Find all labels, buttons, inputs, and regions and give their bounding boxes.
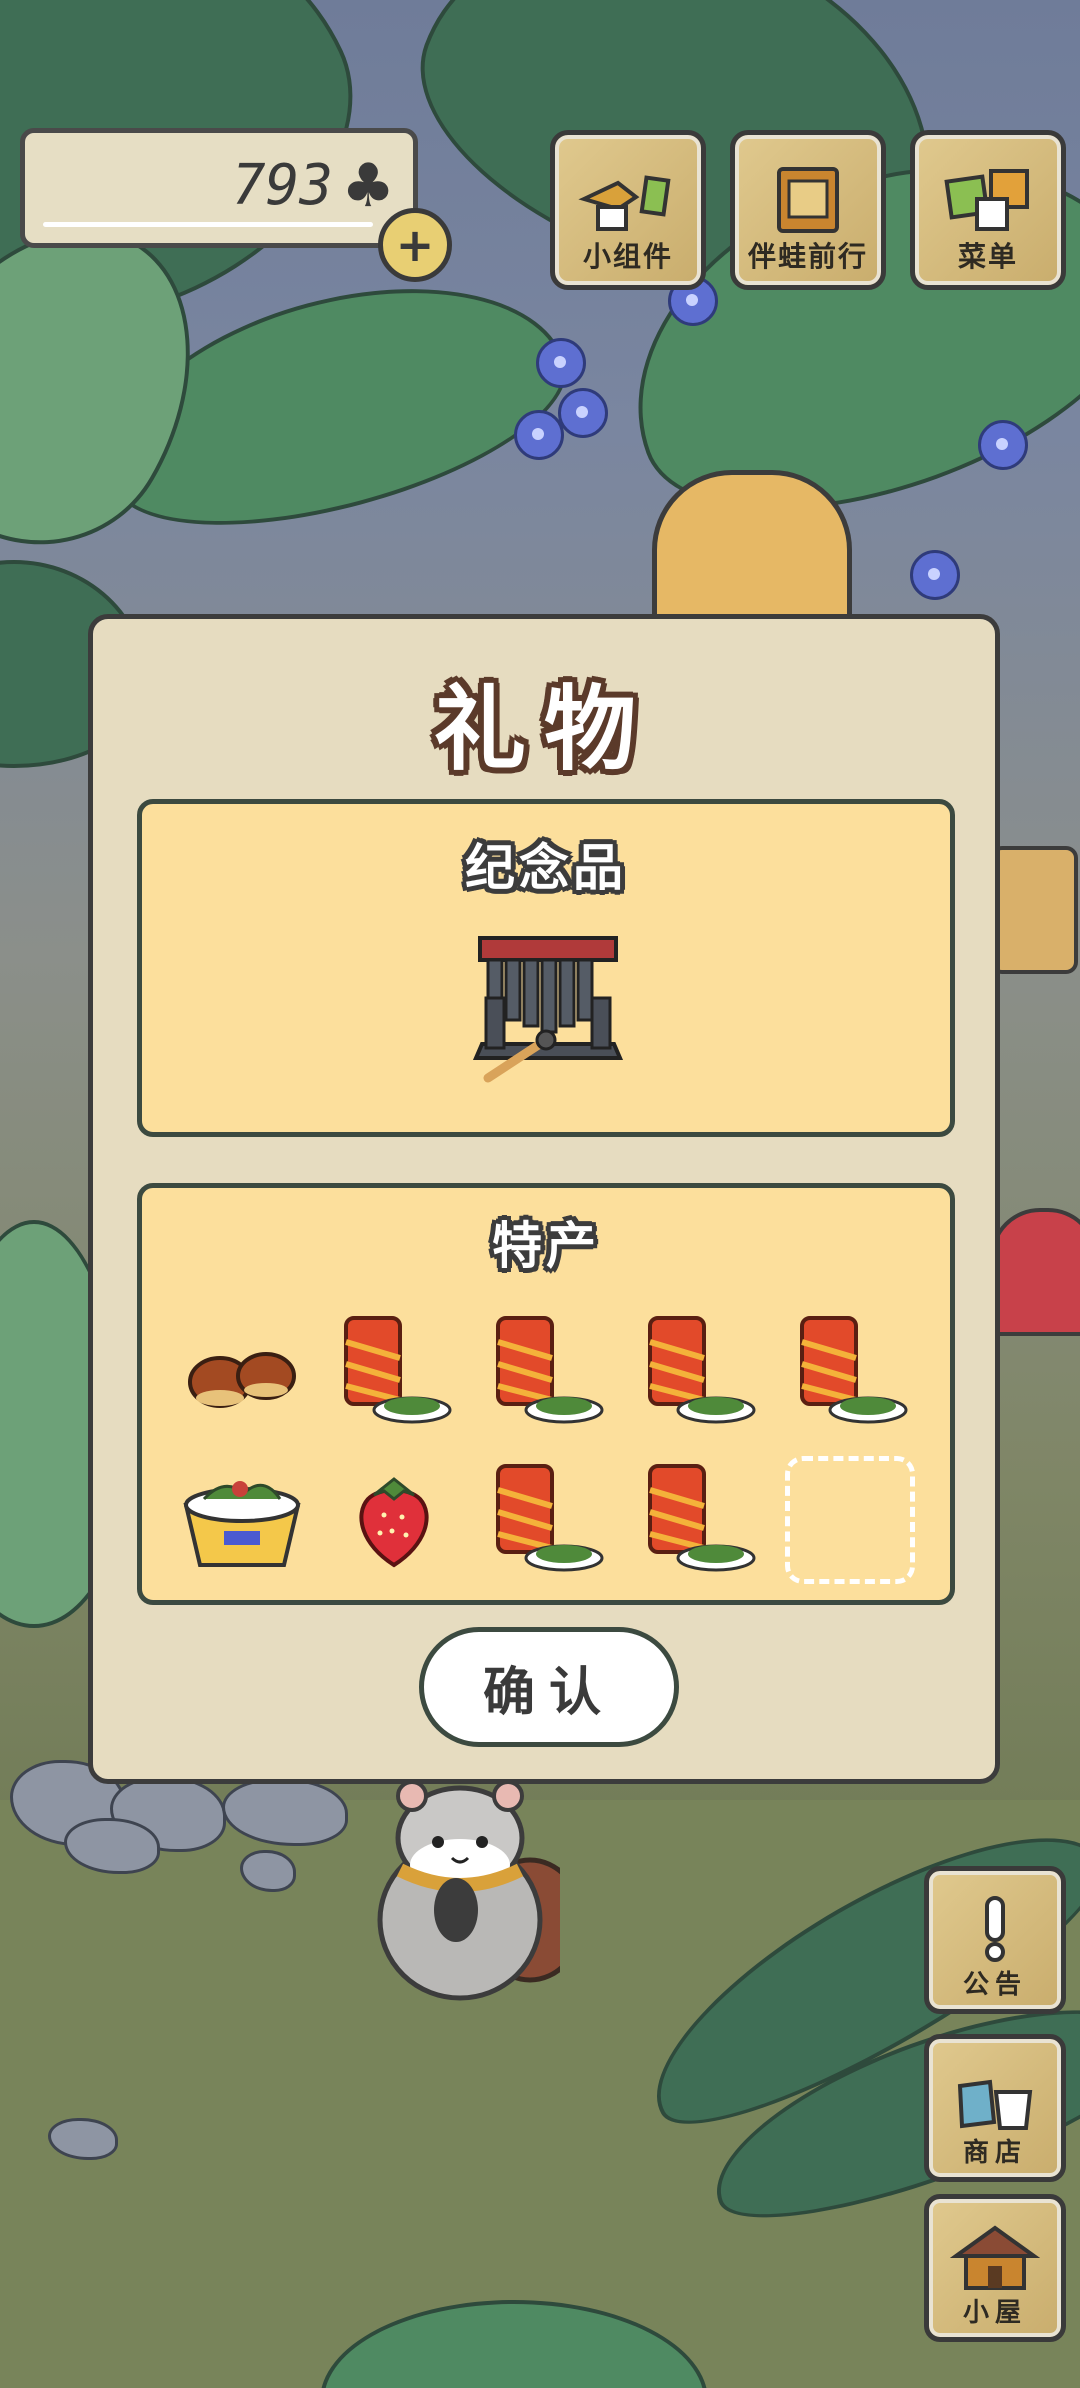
hamster-character[interactable] bbox=[360, 1770, 560, 2010]
souvenir-panel: 纪念品 bbox=[137, 799, 955, 1137]
specialty-item[interactable] bbox=[318, 1298, 470, 1446]
specialty-item[interactable] bbox=[774, 1298, 926, 1446]
widget-button[interactable]: 小组件 bbox=[550, 130, 706, 290]
lantern-icon bbox=[990, 846, 1078, 974]
specialty-item[interactable] bbox=[470, 1298, 622, 1446]
exclamation-icon bbox=[985, 1896, 1005, 1962]
noodle-cup-icon bbox=[183, 1481, 301, 1567]
morning-glory-icon bbox=[978, 420, 1028, 470]
specialty-panel: 特产 bbox=[137, 1183, 955, 1605]
menu-button[interactable]: 菜单 bbox=[910, 130, 1066, 290]
canned-drink-with-seaweed-icon bbox=[496, 1464, 604, 1572]
currency-bar: 793 ♣ bbox=[20, 128, 418, 248]
journey-button[interactable]: 伴蛙前行 bbox=[730, 130, 886, 290]
mailbox-icon bbox=[990, 1208, 1080, 1336]
shop-label: 商店 bbox=[962, 2138, 1027, 2168]
currency-underline bbox=[43, 222, 373, 227]
specialty-title: 特产 bbox=[492, 1217, 600, 1275]
morning-glory-icon bbox=[910, 550, 960, 600]
notice-button[interactable]: 公告 bbox=[924, 1866, 1066, 2014]
journey-label: 伴蛙前行 bbox=[747, 240, 868, 273]
specialty-item[interactable] bbox=[166, 1298, 318, 1446]
house-label: 小屋 bbox=[962, 2298, 1027, 2328]
specialty-item[interactable] bbox=[622, 1298, 774, 1446]
shop-bags-icon bbox=[957, 2079, 1033, 2130]
canned-drink-with-seaweed-icon bbox=[648, 1316, 756, 1424]
canned-drink-with-seaweed-icon bbox=[496, 1316, 604, 1424]
souvenir-title: 纪念品 bbox=[465, 839, 627, 897]
specialty-grid bbox=[142, 1298, 950, 1594]
specialty-item[interactable] bbox=[622, 1446, 774, 1594]
strawberry-icon bbox=[359, 1477, 429, 1568]
currency-amount: 793 bbox=[231, 153, 333, 218]
morning-glory-icon bbox=[558, 388, 608, 438]
clover-icon: ♣ bbox=[341, 151, 395, 221]
dialog-title: 礼物 bbox=[433, 676, 654, 783]
notice-label: 公告 bbox=[962, 1970, 1027, 2000]
specialty-item[interactable] bbox=[166, 1446, 318, 1594]
specialty-item[interactable] bbox=[470, 1446, 622, 1594]
house-button[interactable]: 小屋 bbox=[924, 2194, 1066, 2342]
xylophone-icon[interactable] bbox=[466, 928, 630, 1084]
confirm-button[interactable]: 确认 bbox=[419, 1627, 679, 1747]
specialty-item[interactable] bbox=[318, 1446, 470, 1594]
canned-drink-with-seaweed-icon bbox=[800, 1316, 908, 1424]
house-icon bbox=[950, 2225, 1040, 2290]
shop-button[interactable]: 商店 bbox=[924, 2034, 1066, 2182]
gift-dialog: 礼物 纪念品 特产 确认 bbox=[88, 614, 1000, 1784]
empty-slot bbox=[785, 1456, 915, 1584]
canned-drink-with-seaweed-icon bbox=[648, 1464, 756, 1572]
widget-icon bbox=[578, 175, 671, 231]
morning-glory-icon bbox=[514, 410, 564, 460]
menu-label: 菜单 bbox=[957, 240, 1018, 273]
chestnut-icon bbox=[188, 1352, 296, 1408]
canned-drink-with-seaweed-icon bbox=[344, 1316, 452, 1424]
specialty-empty-cell bbox=[774, 1446, 926, 1594]
journey-book-icon bbox=[777, 167, 839, 233]
morning-glory-icon bbox=[536, 338, 586, 388]
menu-cards-icon bbox=[944, 169, 1029, 231]
widget-label: 小组件 bbox=[582, 240, 673, 273]
plus-icon[interactable]: + bbox=[378, 208, 452, 282]
